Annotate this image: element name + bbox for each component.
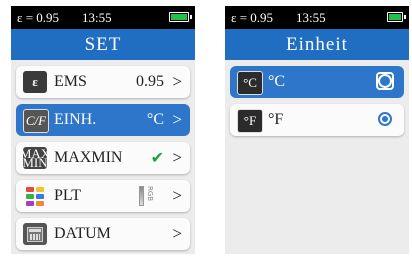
option-celsius[interactable]: °C °C — [230, 66, 404, 98]
option-fahrenheit[interactable]: °F °F — [230, 104, 404, 136]
status-bar: ε = 0.95 13:55 — [11, 6, 195, 29]
page-title: SET — [11, 29, 195, 60]
battery-icon — [387, 12, 406, 22]
celsius-icon: °C — [237, 71, 263, 95]
emissivity-readout: ε = 0.95 — [17, 10, 60, 25]
check-icon: ✔ — [150, 148, 164, 167]
menu-item-label: EINH. — [54, 111, 97, 128]
fahrenheit-icon: °F — [237, 109, 263, 133]
chevron-right-icon: > — [172, 224, 182, 243]
emissivity-readout: ε = 0.95 — [231, 10, 274, 25]
option-label: °C — [268, 73, 286, 90]
menu-item-maxmin[interactable]: MAX MIN MAXMIN ✔ > — [16, 142, 190, 174]
rgb-palette-icon: RGB — [138, 186, 156, 206]
maxmin-icon: MAX MIN — [19, 146, 51, 170]
page-title: Einheit — [225, 29, 409, 60]
status-bar: ε = 0.95 13:55 — [225, 6, 409, 29]
calendar-icon — [23, 223, 47, 245]
menu-item-palette[interactable]: PLT RGB > — [16, 180, 190, 212]
menu-item-unit[interactable]: C/F EINH. °C > — [16, 104, 190, 136]
chevron-right-icon: > — [172, 110, 182, 129]
chevron-right-icon: > — [172, 186, 182, 205]
menu-item-date[interactable]: DATUM > — [16, 218, 190, 250]
palette-icon — [23, 185, 47, 207]
ems-icon: ε — [23, 71, 47, 93]
clock: 13:55 — [296, 10, 326, 25]
clock: 13:55 — [82, 10, 112, 25]
settings-menu: ε EMS 0.95 > C/F EINH. °C > MAX MIN MAXM… — [11, 66, 195, 250]
celsius-fahrenheit-icon: C/F — [23, 109, 49, 133]
focused-radio-icon[interactable] — [376, 72, 394, 90]
menu-item-ems[interactable]: ε EMS 0.95 > — [16, 66, 190, 98]
menu-item-label: EMS — [54, 73, 87, 90]
unit-screen: ε = 0.95 13:55 Einheit °C °C °F °F — [225, 6, 409, 254]
menu-item-value: °C — [146, 111, 164, 128]
menu-item-label: PLT — [54, 187, 81, 204]
unit-options: °C °C °F °F — [225, 66, 409, 136]
option-label: °F — [268, 111, 284, 128]
palette-value: RGB — [146, 186, 154, 202]
battery-icon — [169, 12, 192, 22]
radio-checked-icon[interactable] — [378, 112, 392, 126]
chevron-right-icon: > — [172, 72, 182, 91]
settings-screen: ε = 0.95 13:55 SET ε EMS 0.95 > C/F EINH… — [11, 6, 195, 254]
chevron-right-icon: > — [172, 148, 182, 167]
menu-item-label: MAXMIN — [54, 149, 123, 166]
menu-item-label: DATUM — [54, 225, 111, 242]
menu-item-value: 0.95 — [136, 73, 164, 90]
